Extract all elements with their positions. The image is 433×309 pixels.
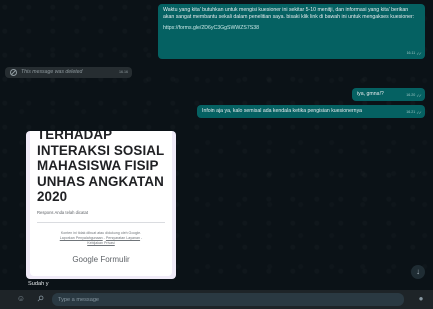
terms-link: Persyaratan Layanan xyxy=(105,236,141,240)
form-response-note: Respons Anda telah dicatat xyxy=(37,210,88,215)
message-text: Waktu yang kita' butuhkan untuk mengisi … xyxy=(163,7,415,20)
chat-panel: Waktu yang kita' butuhkan untuk mengisi … xyxy=(0,0,433,290)
report-abuse-link: Laporkan Penyalahgunaan xyxy=(59,236,103,240)
footer-separator: - xyxy=(140,236,143,240)
arrow-down-icon[interactable]: ↓ xyxy=(411,265,425,279)
form-title-line: 2020 xyxy=(37,189,68,204)
google-forms-logo: Google Formulir xyxy=(72,255,130,264)
read-ticks-icon: ✓✓ xyxy=(416,93,422,98)
message-time: 16.11 xyxy=(406,51,416,55)
reply-text: Sudah y xyxy=(28,281,49,287)
form-title-line: MAHASISWA FISIP xyxy=(37,158,159,173)
message-time: 16.16 xyxy=(119,70,128,74)
deleted-label: This message was deleted xyxy=(10,69,127,76)
deleted-text: This message was deleted xyxy=(21,69,83,75)
questionnaire-link[interactable]: https://forms.gle/2D6yC3GgSWWZS7S38 xyxy=(163,25,420,32)
message-meta: 16.21 ✓✓ xyxy=(406,109,422,116)
privacy-link: Kebijakan Privasi xyxy=(87,241,115,245)
microphone-icon[interactable]: ● xyxy=(416,294,426,304)
paperclip-icon[interactable]: ⚲ xyxy=(33,292,47,306)
emoji-icon[interactable]: ☺ xyxy=(16,294,26,304)
message-meta: 16.16 xyxy=(119,69,128,76)
message-outgoing-reply[interactable]: iya, gmna!? 16.20 ✓✓ xyxy=(352,88,425,101)
message-outgoing-questionnaire[interactable]: Waktu yang kita' butuhkan untuk mengisi … xyxy=(158,4,425,59)
form-title: TERHADAP INTERAKSI SOSIAL MAHASISWA FISI… xyxy=(37,131,169,205)
form-title-line: TERHADAP xyxy=(37,131,113,142)
message-time: 16.20 xyxy=(406,93,416,97)
message-outgoing-info[interactable]: Infoin aja ya, kalo semisal ada kendala … xyxy=(197,105,425,118)
message-text: Infoin aja ya, kalo semisal ada kendala … xyxy=(202,108,363,114)
compose-bar: ☺ ⚲ ● xyxy=(0,290,433,309)
read-ticks-icon: ✓✓ xyxy=(416,110,422,115)
form-footer: Konten ini tidak dibuat atau didukung ol… xyxy=(40,231,162,246)
message-meta: 16.20 ✓✓ xyxy=(406,92,422,99)
form-title-line: UNHAS ANGKATAN xyxy=(37,173,164,189)
message-time: 16.21 xyxy=(406,110,416,114)
message-meta: 16.11 ✓✓ xyxy=(406,50,422,57)
form-title-line: INTERAKSI SOSIAL xyxy=(37,142,165,158)
form-divider xyxy=(37,222,165,223)
blocked-icon xyxy=(10,69,17,76)
read-ticks-icon: ✓✓ xyxy=(416,51,422,56)
message-input[interactable] xyxy=(52,293,404,306)
form-page: TERHADAP INTERAKSI SOSIAL MAHASISWA FISI… xyxy=(30,131,172,276)
message-deleted[interactable]: This message was deleted 16.16 xyxy=(5,67,132,78)
form-screenshot-preview[interactable]: TERHADAP INTERAKSI SOSIAL MAHASISWA FISI… xyxy=(26,131,176,279)
